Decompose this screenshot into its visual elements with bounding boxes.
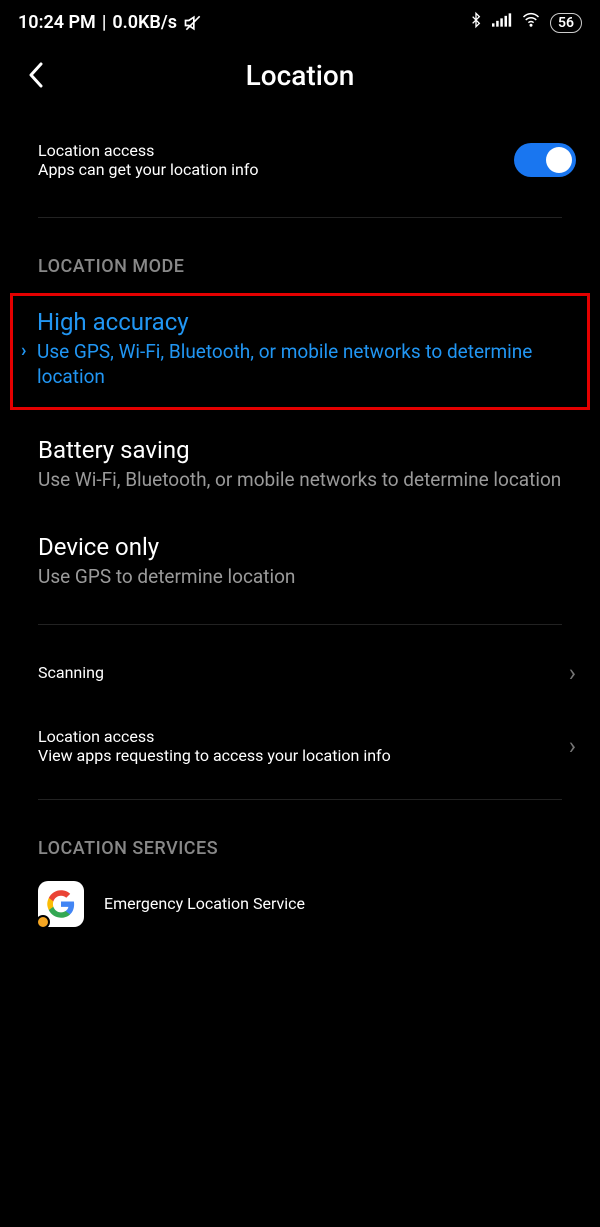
mode-high-accuracy[interactable]: › High accuracy Use GPS, Wi-Fi, Bluetoot…	[10, 293, 590, 410]
emergency-location-service-row[interactable]: Emergency Location Service	[0, 869, 600, 927]
status-speed: 0.0KB/s	[112, 12, 177, 33]
service-title: Emergency Location Service	[104, 894, 305, 913]
location-access-toggle-row[interactable]: Location access Apps can get your locati…	[0, 111, 600, 203]
location-access-toggle[interactable]	[514, 143, 576, 177]
section-location-services: LOCATION SERVICES	[0, 814, 600, 869]
divider	[38, 217, 562, 218]
page-title: Location	[0, 59, 600, 92]
status-time: 10:24 PM	[18, 12, 96, 33]
mode-device-sub: Use GPS to determine location	[38, 565, 562, 590]
header: Location	[0, 41, 600, 111]
status-separator: |	[102, 12, 107, 33]
divider	[38, 799, 562, 800]
mode-high-title: High accuracy	[37, 308, 563, 336]
app-access-title: Location access	[38, 727, 391, 746]
section-location-mode: LOCATION MODE	[0, 232, 600, 287]
google-icon	[38, 881, 84, 927]
chevron-right-icon: ›	[21, 340, 26, 361]
app-access-sub: View apps requesting to access your loca…	[38, 746, 391, 765]
wifi-icon	[520, 11, 542, 34]
location-access-text: Location access Apps can get your locati…	[38, 141, 259, 179]
status-right: 56	[468, 10, 582, 35]
bluetooth-icon	[468, 10, 484, 35]
settings-list: Location access Apps can get your locati…	[0, 111, 600, 927]
scanning-row[interactable]: Scanning ›	[0, 639, 600, 707]
mode-battery-saving[interactable]: Battery saving Use Wi-Fi, Bluetooth, or …	[0, 416, 600, 513]
sync-badge-icon	[36, 915, 50, 929]
battery-badge: 56	[550, 13, 582, 33]
divider	[38, 624, 562, 625]
chevron-right-icon: ›	[569, 732, 576, 760]
mode-device-title: Device only	[38, 533, 562, 561]
mode-battery-title: Battery saving	[38, 436, 562, 464]
status-bar: 10:24 PM | 0.0KB/s 56	[0, 0, 600, 41]
mute-icon	[183, 13, 203, 33]
location-access-title: Location access	[38, 141, 259, 160]
mode-high-sub: Use GPS, Wi-Fi, Bluetooth, or mobile net…	[37, 340, 563, 389]
app-access-text: Location access View apps requesting to …	[38, 727, 391, 765]
back-button[interactable]	[18, 57, 54, 93]
mode-battery-sub: Use Wi-Fi, Bluetooth, or mobile networks…	[38, 468, 562, 493]
signal-icon	[492, 12, 512, 33]
app-location-access-row[interactable]: Location access View apps requesting to …	[0, 707, 600, 785]
scanning-title: Scanning	[38, 663, 104, 682]
status-left: 10:24 PM | 0.0KB/s	[18, 12, 203, 33]
location-access-sub: Apps can get your location info	[38, 160, 259, 179]
chevron-right-icon: ›	[569, 659, 576, 687]
mode-device-only[interactable]: Device only Use GPS to determine locatio…	[0, 513, 600, 610]
